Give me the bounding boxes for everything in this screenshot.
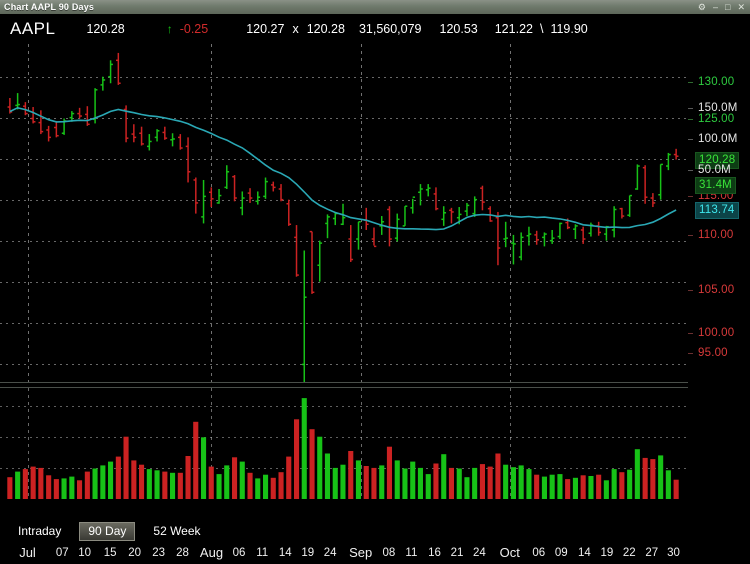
axis-tick [688,196,693,197]
axis-tick [688,353,693,354]
date-axis-month-label: Oct [499,545,520,560]
date-axis-day-label: 19 [600,547,614,559]
quote-header: AAPL 120.28 ↑ -0.25 120.27 x 120.28 31,5… [0,14,750,44]
date-axis-day-label: 08 [382,547,396,559]
price-axis-label: 100.00 [698,327,735,339]
minimize-icon[interactable]: – [713,0,718,14]
bid-ask-separator: x [292,22,299,36]
date-axis-month-label: Jul [19,545,36,560]
price-pane[interactable] [0,44,688,382]
date-axis-day-label: 15 [103,547,117,559]
date-axis-day-label: 24 [323,547,337,559]
volume-axis-label: 100.0M [698,133,738,145]
chart-plot-area[interactable]: 130.00 125.00 115.00 110.00 105.00 100.00 95.0… [0,44,750,560]
date-axis-day-label: 11 [405,547,418,559]
date-axis-day-label: 22 [622,547,636,559]
date-axis-day-label: 07 [55,547,69,559]
window-title-bar: Chart AAPL 90 Days ⚙ – □ ✕ [0,0,750,14]
moving-average-tag: 113.74 [695,202,739,219]
volume-axis-label: 150.0M [698,102,738,114]
axis-tick [688,119,693,120]
axis-tick [688,82,693,83]
volume-pane[interactable] [0,388,688,499]
day-low: 119.90 [550,22,588,36]
price-axis-label: 105.00 [698,284,735,296]
axis-tick [688,170,693,171]
date-axis-day-label: 20 [128,547,142,559]
open-price: 120.53 [439,22,478,36]
settings-icon[interactable]: ⚙ [698,0,706,14]
date-axis-day-label: 30 [667,547,680,559]
axis-tick [688,235,693,236]
date-axis-day-label: 28 [176,547,189,559]
maximize-icon[interactable]: □ [725,0,730,14]
price-axis-label: 95.00 [698,347,728,359]
axis-tick [688,108,693,109]
up-arrow-icon: ↑ [166,22,173,36]
date-axis-day-label: 19 [301,547,315,559]
axis-tick [688,139,693,140]
date-axis-day-label: 09 [554,547,568,559]
date-axis-day-label: 21 [450,547,464,559]
ask-price: 120.28 [306,22,345,36]
day-high: 121.22 [494,22,533,36]
price-change: -0.25 [179,22,209,36]
volume-value: 31,560,079 [358,22,422,36]
symbol-label[interactable]: AAPL [0,19,55,39]
date-axis-day-label: 23 [152,547,165,559]
axis-tick [688,333,693,334]
date-axis-day-label: 24 [472,547,486,559]
price-axis-label: 130.00 [698,76,735,88]
volume-chart-svg [0,388,688,499]
price-axis-label: 125.00 [698,113,735,125]
date-axis-day-label: 10 [78,547,92,559]
date-axis-month-label: Aug [199,545,224,560]
date-axis-day-label: 14 [278,547,292,559]
date-axis: Jul 07 10 15 20 23 28 Aug 06 11 14 19 24 Sep 08 11 16 21 2… [0,544,688,564]
bid-price: 120.27 [246,22,285,36]
axis-tick [688,290,693,291]
date-axis-day-label: 27 [645,547,659,559]
pane-divider-top [0,382,688,383]
timeframe-tabs[interactable]: Intraday 90 Day 52 Week [0,521,750,542]
last-price: 120.28 [86,22,125,36]
price-chart-svg [0,44,688,382]
date-axis-day-label: 16 [428,547,441,559]
close-icon[interactable]: ✕ [737,0,745,14]
date-axis-day-label: 06 [232,547,246,559]
window-controls: ⚙ – □ ✕ [698,0,750,14]
tab-90-day[interactable]: 90 Day [79,522,136,541]
date-axis-day-label: 06 [532,547,546,559]
price-axis: 130.00 125.00 115.00 110.00 105.00 100.00 95.0… [688,44,750,500]
chart-window: Chart AAPL 90 Days ⚙ – □ ✕ AAPL 120.28 ↑… [0,0,750,560]
window-title: Chart AAPL 90 Days [4,2,95,12]
date-axis-month-label: Sep [349,545,373,560]
date-axis-day-label: 14 [577,547,591,559]
range-separator: \ [539,22,544,36]
date-axis-day-label: 11 [256,547,269,559]
tab-intraday[interactable]: Intraday [10,522,69,541]
volume-axis-label: 50.0M [698,164,731,176]
price-axis-label: 110.00 [698,229,734,241]
tab-52-week[interactable]: 52 Week [145,522,208,541]
current-volume-tag: 31.4M [695,177,736,194]
